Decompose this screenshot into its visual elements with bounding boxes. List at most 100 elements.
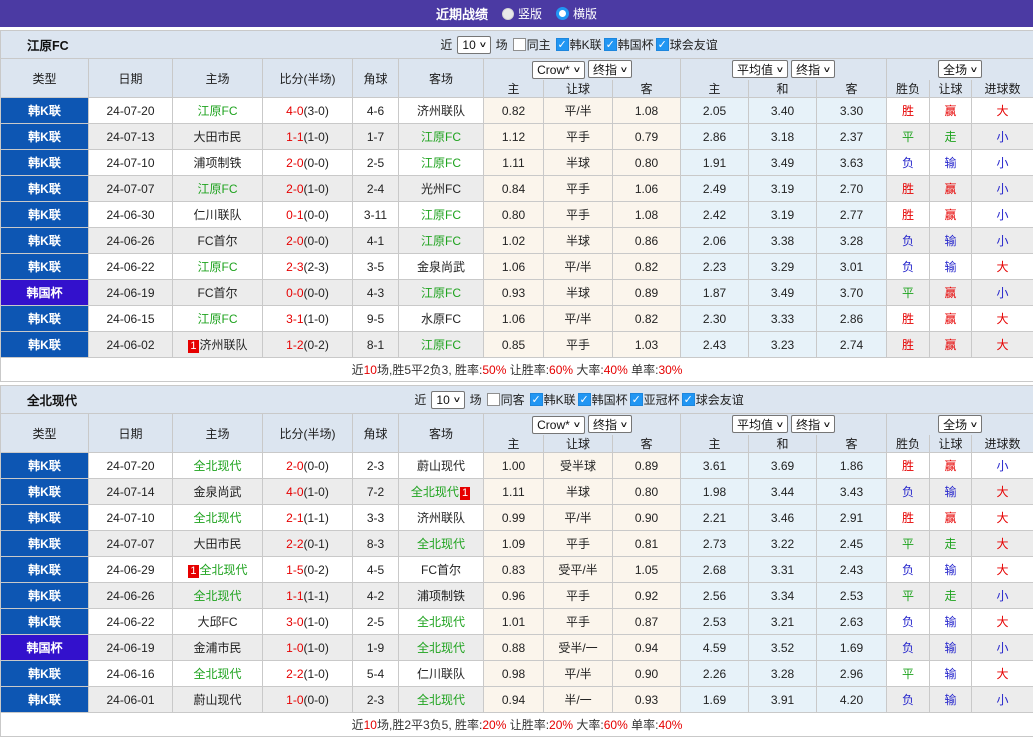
team-name-link[interactable]: 全北现代 [417,537,465,551]
goals-result-cell: 大 [972,661,1033,687]
asian-handicap-cell: 平手 [544,124,613,150]
subheader-euro-draw: 和 [749,435,817,453]
team-name-link[interactable]: 江原FC [421,234,461,248]
team-name-link[interactable]: 全北现代 [411,485,459,499]
match-result-cell: 平 [887,124,930,150]
euro-source-select[interactable]: 平均值∨ [732,415,788,433]
team-name-link[interactable]: 金浦市民 [193,641,241,655]
team-name-link[interactable]: 蔚山现代 [193,693,241,707]
team-name-link[interactable]: 全北现代 [417,615,465,629]
team-name-link[interactable]: 浦项制铁 [193,156,241,170]
goals-result-cell: 大 [972,479,1033,505]
halftime-score: (0-2) [304,563,329,577]
euro-time-select[interactable]: 终指∨ [791,60,835,78]
filter-checkbox-league[interactable]: ✓韩国杯 [578,391,628,408]
asian-away-odds-cell: 0.80 [613,479,681,505]
team-name-link[interactable]: 全北现代 [193,589,241,603]
checkbox-same-venue[interactable]: 同客 [487,391,525,408]
euro-source-select[interactable]: 平均值∨ [732,60,788,78]
euro-away-odds-cell: 2.43 [817,557,887,583]
team-name-link[interactable]: FC首尔 [198,234,238,248]
team-name-link[interactable]: 江原FC [198,312,238,326]
team-name-link[interactable]: 仁川联队 [193,208,241,222]
match-result-cell: 平 [887,531,930,557]
team-name-link[interactable]: 济州联队 [200,338,248,352]
team-name-link[interactable]: 金泉尚武 [193,485,241,499]
team-name-link[interactable]: 江原FC [421,286,461,300]
summary-text: 场,胜2平3负5, 胜率: [377,718,482,732]
goals-result-cell: 大 [972,332,1033,358]
euro-home-odds-cell: 2.68 [681,557,749,583]
team-name-link[interactable]: 水原FC [421,312,461,326]
chevron-down-icon: ∨ [776,65,785,74]
team-name-link[interactable]: 江原FC [421,156,461,170]
team-name-link[interactable]: 全北现代 [417,693,465,707]
euro-home-odds-cell: 2.30 [681,306,749,332]
team-name-link[interactable]: 江原FC [198,182,238,196]
radio-icon[interactable] [502,8,514,20]
team-name-link[interactable]: FC首尔 [198,286,238,300]
team-name-link[interactable]: 浦项制铁 [417,589,465,603]
checkbox-same-venue[interactable]: 同主 [513,36,551,53]
odds-source-select[interactable]: Crow*∨ [532,416,585,434]
halftime-score: (1-1) [304,511,329,525]
checkbox-icon[interactable] [487,393,500,406]
home-team-cell: 江原FC [173,176,263,202]
handicap-result-cell: 输 [930,479,972,505]
checkbox-checked-icon[interactable]: ✓ [556,38,569,51]
halftime-score: (1-0) [304,130,329,144]
euro-time-select[interactable]: 终指∨ [791,415,835,433]
filter-checkbox-league[interactable]: ✓韩K联 [556,36,602,53]
checkbox-checked-icon[interactable]: ✓ [682,393,695,406]
team-name-link[interactable]: 济州联队 [417,104,465,118]
checkbox-checked-icon[interactable]: ✓ [604,38,617,51]
filter-checkbox-league[interactable]: ✓亚冠杯 [630,391,680,408]
odds-time-select[interactable]: 终指∨ [588,415,632,433]
team-name-link[interactable]: 江原FC [198,104,238,118]
filter-checkbox-league[interactable]: ✓韩国杯 [604,36,654,53]
odds-source-select[interactable]: Crow*∨ [532,61,585,79]
team-name-link[interactable]: 全北现代 [200,563,248,577]
match-count-select[interactable]: 10∨ [457,36,490,54]
team-name-link[interactable]: 大邱FC [198,615,238,629]
team-name-link[interactable]: 全北现代 [193,459,241,473]
checkbox-checked-icon[interactable]: ✓ [656,38,669,51]
team-name-link[interactable]: 大田市民 [193,130,241,144]
layout-radio-vertical[interactable]: 竖版 [502,5,542,22]
league-type-cell: 韩国杯 [1,280,89,306]
summary-text: 场,胜5平2负3, 胜率: [377,363,482,377]
team-name-link[interactable]: FC首尔 [421,563,461,577]
team-name-link[interactable]: 全北现代 [193,511,241,525]
team-name-link[interactable]: 全北现代 [417,641,465,655]
team-name-link[interactable]: 大田市民 [193,537,241,551]
checkbox-checked-icon[interactable]: ✓ [530,393,543,406]
layout-radio-horizontal[interactable]: 横版 [556,5,597,22]
team-name-link[interactable]: 江原FC [421,208,461,222]
team-name-link[interactable]: 全北现代 [193,667,241,681]
filter-checkbox-league[interactable]: ✓球会友谊 [682,391,744,408]
league-type-cell: 韩K联 [1,661,89,687]
scope-select[interactable]: 全场∨ [938,60,982,78]
team-name-link[interactable]: 江原FC [421,338,461,352]
filter-checkbox-league[interactable]: ✓球会友谊 [656,36,718,53]
team-name-link[interactable]: 江原FC [421,130,461,144]
team-name-link[interactable]: 金泉尚武 [417,260,465,274]
summary-text: 近 [352,718,364,732]
team-name-link[interactable]: 江原FC [198,260,238,274]
match-result-cell: 胜 [887,332,930,358]
goals-result-cell: 大 [972,254,1033,280]
radio-checked-icon[interactable] [556,7,569,20]
filter-checkbox-league[interactable]: ✓韩K联 [530,391,576,408]
checkbox-checked-icon[interactable]: ✓ [578,393,591,406]
odds-time-select[interactable]: 终指∨ [588,60,632,78]
match-result-cell: 胜 [887,306,930,332]
team-name-link[interactable]: 济州联队 [417,511,465,525]
team-name-link[interactable]: 光州FC [421,182,461,196]
scope-select[interactable]: 全场∨ [938,415,982,433]
team-name-link[interactable]: 仁川联队 [417,667,465,681]
team-name-link[interactable]: 蔚山现代 [417,459,465,473]
match-row: 韩K联24-07-07大田市民2-2(0-1)8-3全北现代1.09平手0.81… [1,531,1033,557]
checkbox-checked-icon[interactable]: ✓ [630,393,643,406]
checkbox-icon[interactable] [513,38,526,51]
match-count-select[interactable]: 10∨ [431,391,464,409]
